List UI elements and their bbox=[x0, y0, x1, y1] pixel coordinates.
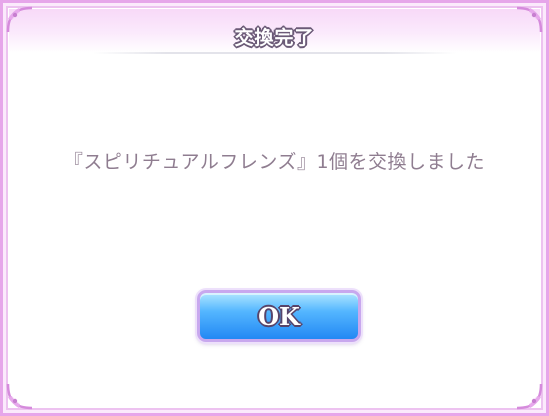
corner-ornament-icon bbox=[5, 381, 35, 411]
ok-button-label: OK bbox=[258, 302, 300, 331]
ok-button[interactable]: OK bbox=[197, 290, 361, 342]
exchange-complete-dialog: 交換完了 『スピリチュアルフレンズ』1個を交換しました OK bbox=[0, 0, 549, 416]
header-divider bbox=[93, 52, 456, 54]
exchange-message: 『スピリチュアルフレンズ』1個を交換しました bbox=[63, 151, 486, 173]
dialog-header: 交換完了 bbox=[9, 9, 540, 53]
dialog-title: 交換完了 bbox=[234, 27, 315, 49]
corner-ornament-icon bbox=[5, 5, 35, 35]
corner-ornament-icon bbox=[514, 381, 544, 411]
corner-ornament-icon bbox=[514, 5, 544, 35]
